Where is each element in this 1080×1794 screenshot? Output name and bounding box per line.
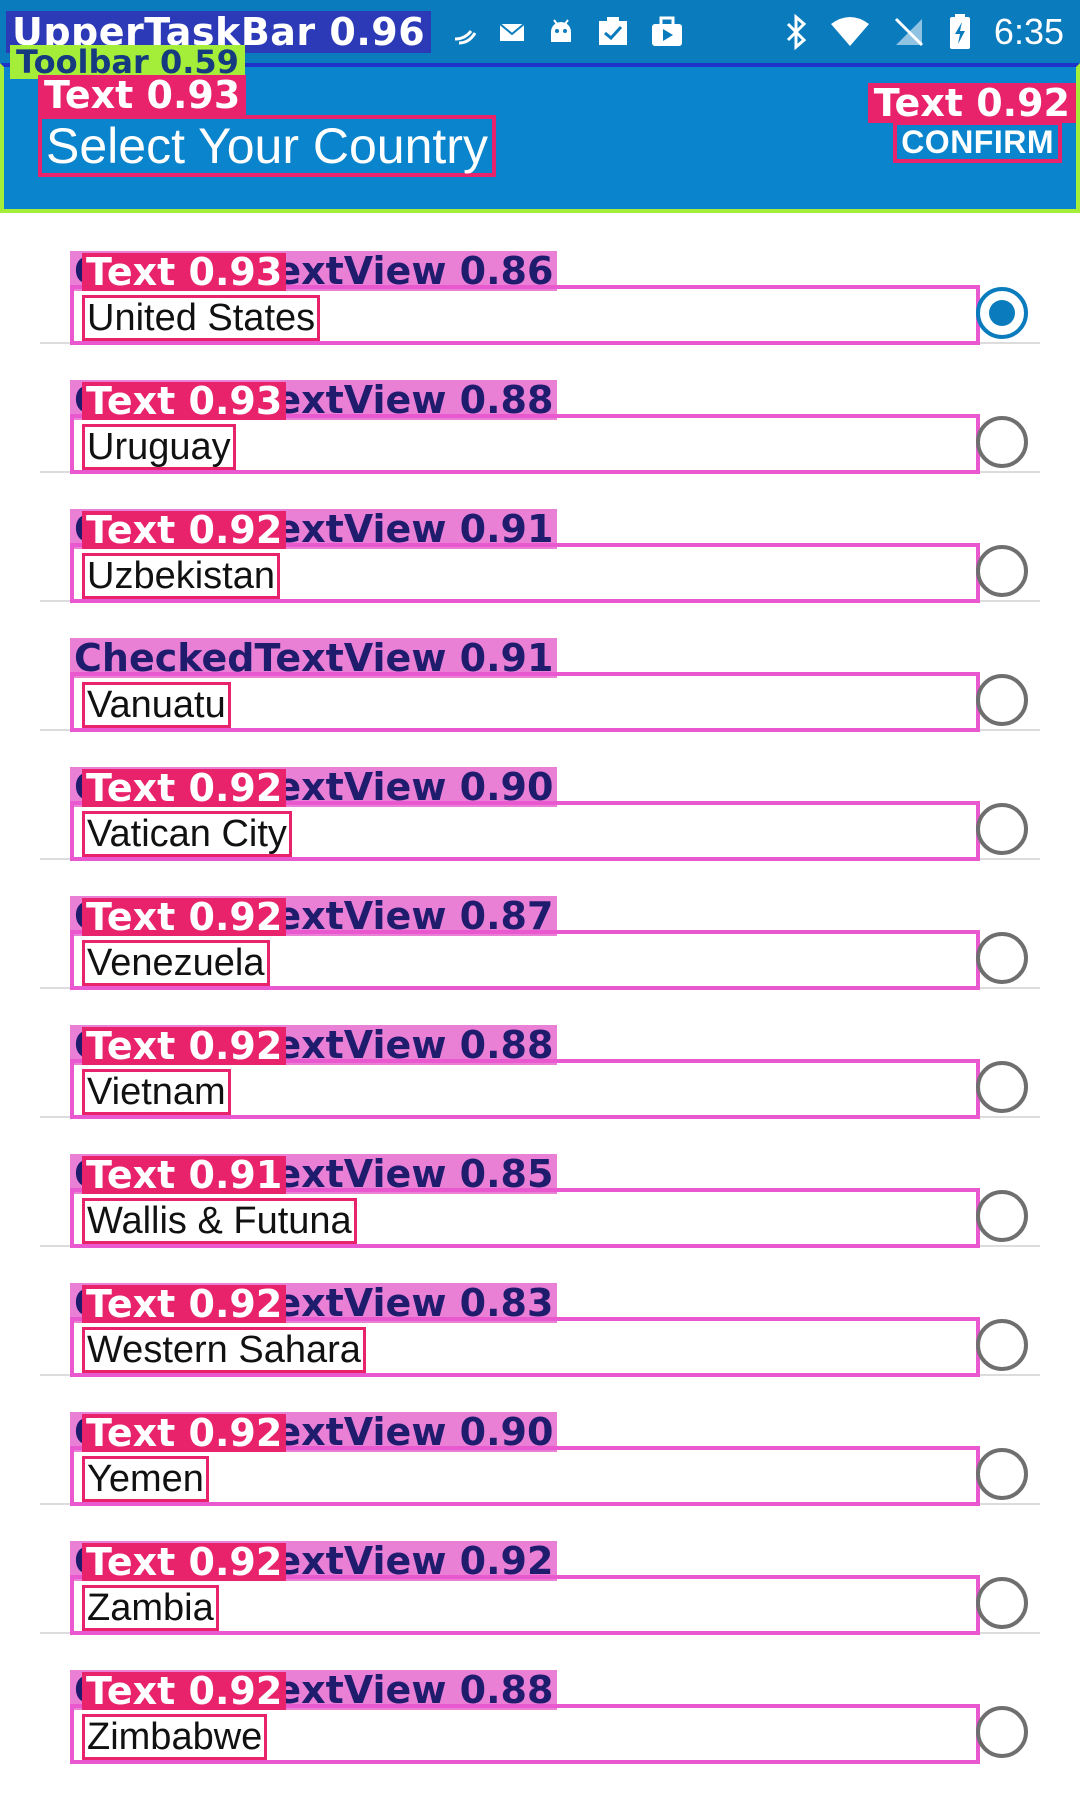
list-item[interactable]: CheckedTextView 0.88 Text 0.93 Uruguay bbox=[40, 344, 1040, 474]
battery-charging-icon bbox=[948, 13, 972, 51]
page-title: Select Your Country bbox=[46, 118, 488, 174]
list-item[interactable]: CheckedTextView 0.88 Text 0.92 Vietnam bbox=[40, 989, 1040, 1119]
status-bar-right: 6:35 bbox=[784, 11, 1064, 53]
bluetooth-icon bbox=[784, 13, 808, 50]
country-name: Zimbabwe bbox=[87, 1716, 263, 1758]
screen: UpperTaskBar 0.96 6:35 Toolbar 0.59 Text… bbox=[0, 0, 1080, 1794]
text-overlay: Text 0.92 bbox=[82, 1543, 287, 1581]
list-item[interactable]: CheckedTextView 0.88 Text 0.92 Zimbabwe bbox=[40, 1634, 1040, 1764]
text-overlay: Text 0.92 bbox=[82, 1027, 287, 1065]
shopping-bag-icon bbox=[649, 15, 685, 49]
radio-button[interactable] bbox=[976, 932, 1028, 984]
text-overlay: Text 0.92 bbox=[82, 1285, 287, 1323]
country-name: Uzbekistan bbox=[87, 555, 275, 597]
mail-icon bbox=[497, 17, 527, 47]
status-bar-time: 6:35 bbox=[993, 10, 1064, 52]
text-overlay: Text 0.91 bbox=[82, 1156, 287, 1194]
country-name: Vanuatu bbox=[87, 684, 226, 726]
label-box: Vanuatu bbox=[82, 682, 231, 728]
label-box: Venezuela bbox=[82, 940, 270, 986]
toolbar: Toolbar 0.59 Text 0.93 Select Your Count… bbox=[0, 45, 1080, 213]
country-name: Western Sahara bbox=[87, 1329, 361, 1371]
label-box: Uruguay bbox=[82, 424, 236, 470]
list-item[interactable]: CheckedTextView 0.90 Text 0.92 Yemen bbox=[40, 1376, 1040, 1506]
text-overlay: Text 0.92 bbox=[82, 898, 287, 936]
radio-button[interactable] bbox=[976, 1448, 1028, 1500]
confirm-button-box[interactable]: CONFIRM bbox=[893, 121, 1062, 163]
list-item[interactable]: CheckedTextView 0.86 Text 0.93 United St… bbox=[40, 215, 1040, 345]
radio-button[interactable] bbox=[976, 416, 1028, 468]
list-item[interactable]: CheckedTextView 0.92 Text 0.92 Zambia bbox=[40, 1505, 1040, 1635]
wifi-icon bbox=[830, 16, 870, 48]
text-overlay: Text 0.92 bbox=[82, 1672, 287, 1710]
android-icon bbox=[545, 16, 577, 48]
no-sim-icon bbox=[892, 15, 926, 49]
list-item[interactable]: CheckedTextView 0.91 Text 0.92 Uzbekista… bbox=[40, 473, 1040, 603]
label-box: Zambia bbox=[82, 1585, 219, 1631]
text-overlay: Text 0.93 bbox=[82, 382, 287, 420]
list-item[interactable]: CheckedTextView 0.91 Vanuatu bbox=[40, 602, 1040, 732]
radio-button[interactable] bbox=[976, 1061, 1028, 1113]
wifi-calling-icon bbox=[449, 17, 479, 47]
radio-button[interactable] bbox=[976, 674, 1028, 726]
label-box: Uzbekistan bbox=[82, 553, 280, 599]
label-box: Zimbabwe bbox=[82, 1714, 268, 1760]
radio-button[interactable] bbox=[976, 1577, 1028, 1629]
country-name: Vatican City bbox=[87, 813, 287, 855]
label-box: Western Sahara bbox=[82, 1327, 366, 1373]
text-overlay: Text 0.92 bbox=[82, 511, 287, 549]
country-name: Wallis & Futuna bbox=[87, 1200, 352, 1242]
country-name: Uruguay bbox=[87, 426, 231, 468]
radio-button[interactable] bbox=[976, 803, 1028, 855]
radio-button[interactable] bbox=[976, 287, 1028, 339]
confirm-button[interactable]: CONFIRM bbox=[901, 124, 1054, 160]
list-item[interactable]: CheckedTextView 0.83 Text 0.92 Western S… bbox=[40, 1247, 1040, 1377]
country-name: Zambia bbox=[87, 1587, 214, 1629]
radio-button[interactable] bbox=[976, 1319, 1028, 1371]
clipboard-check-icon bbox=[595, 15, 631, 49]
list-item[interactable]: CheckedTextView 0.87 Text 0.92 Venezuela bbox=[40, 860, 1040, 990]
label-box: Vatican City bbox=[82, 811, 292, 857]
label-box: Wallis & Futuna bbox=[82, 1198, 357, 1244]
country-name: Yemen bbox=[87, 1458, 204, 1500]
country-list: CheckedTextView 0.86 Text 0.93 United St… bbox=[0, 215, 1080, 1764]
label-box: Vietnam bbox=[82, 1069, 231, 1115]
label-box: United States bbox=[82, 295, 321, 341]
text-overlay: Text 0.92 bbox=[82, 769, 287, 807]
list-item[interactable]: CheckedTextView 0.85 Text 0.91 Wallis & … bbox=[40, 1118, 1040, 1248]
toolbar-title-box: Select Your Country bbox=[38, 115, 496, 177]
country-name: Vietnam bbox=[87, 1071, 226, 1113]
text-overlay: Text 0.92 bbox=[82, 1414, 287, 1452]
radio-button[interactable] bbox=[976, 1706, 1028, 1758]
toolbar-title-overlay: Text 0.93 bbox=[38, 75, 247, 115]
label-box: Yemen bbox=[82, 1456, 209, 1502]
country-name: Venezuela bbox=[87, 942, 265, 984]
text-overlay: Text 0.93 bbox=[82, 253, 287, 291]
confirm-overlay: Text 0.92 bbox=[867, 83, 1076, 123]
radio-button[interactable] bbox=[976, 1190, 1028, 1242]
list-item[interactable]: CheckedTextView 0.90 Text 0.92 Vatican C… bbox=[40, 731, 1040, 861]
radio-button[interactable] bbox=[976, 545, 1028, 597]
country-name: United States bbox=[87, 297, 316, 339]
